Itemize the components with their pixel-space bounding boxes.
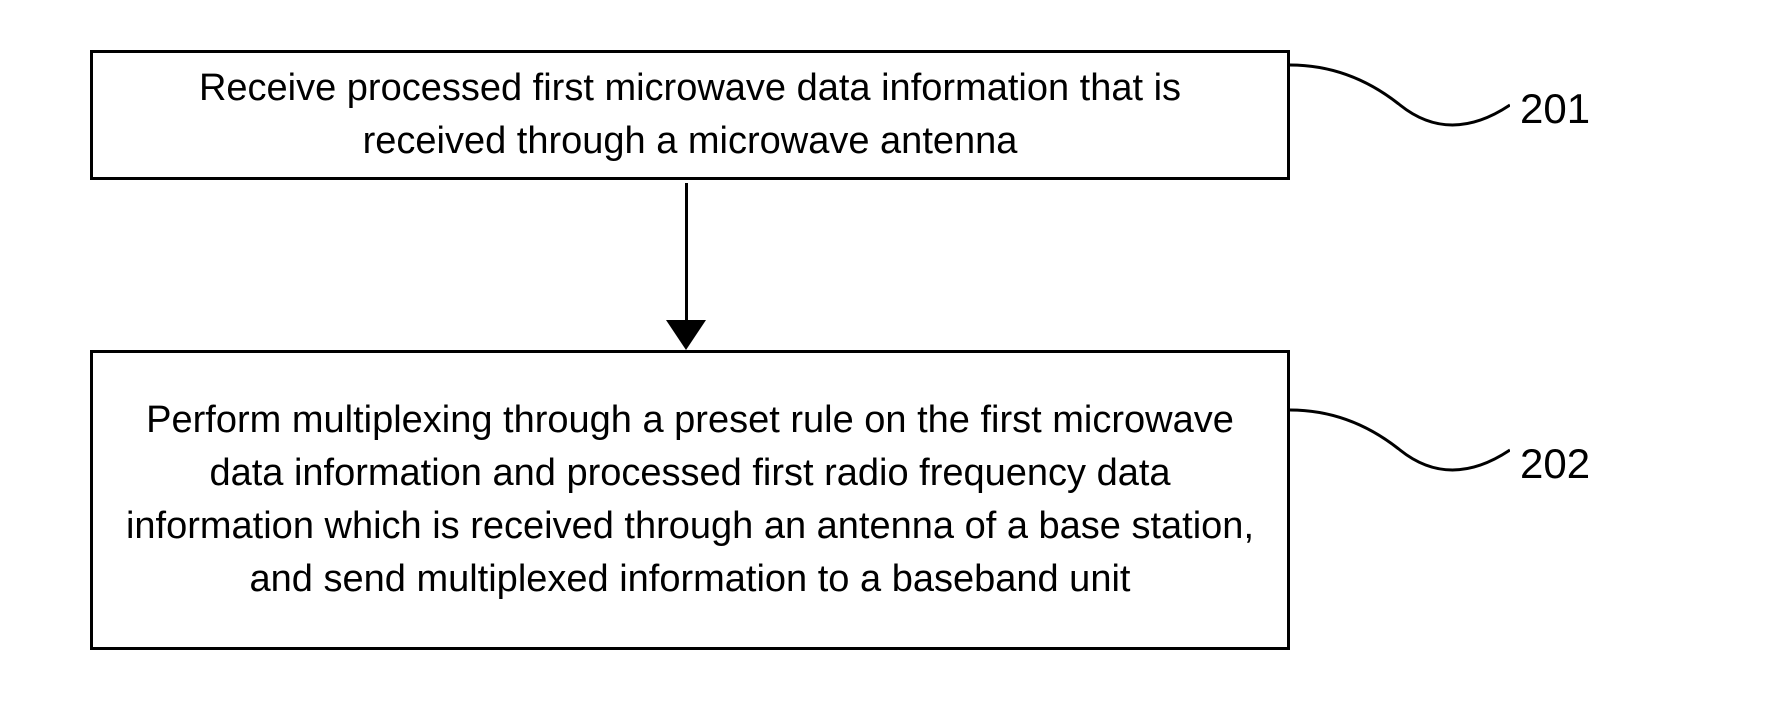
label-202: 202 <box>1520 440 1590 488</box>
arrow-line <box>685 183 688 328</box>
process-box-1-text: Receive processed first microwave data i… <box>123 62 1257 168</box>
process-box-2: Perform multiplexing through a preset ru… <box>90 350 1290 650</box>
process-box-1: Receive processed first microwave data i… <box>90 50 1290 180</box>
connector-curve-2 <box>1290 400 1510 490</box>
connector-curve-1 <box>1290 55 1510 145</box>
process-box-2-text: Perform multiplexing through a preset ru… <box>123 394 1257 607</box>
arrow-head <box>666 320 706 350</box>
label-201: 201 <box>1520 85 1590 133</box>
flowchart-diagram: Receive processed first microwave data i… <box>0 0 1773 707</box>
